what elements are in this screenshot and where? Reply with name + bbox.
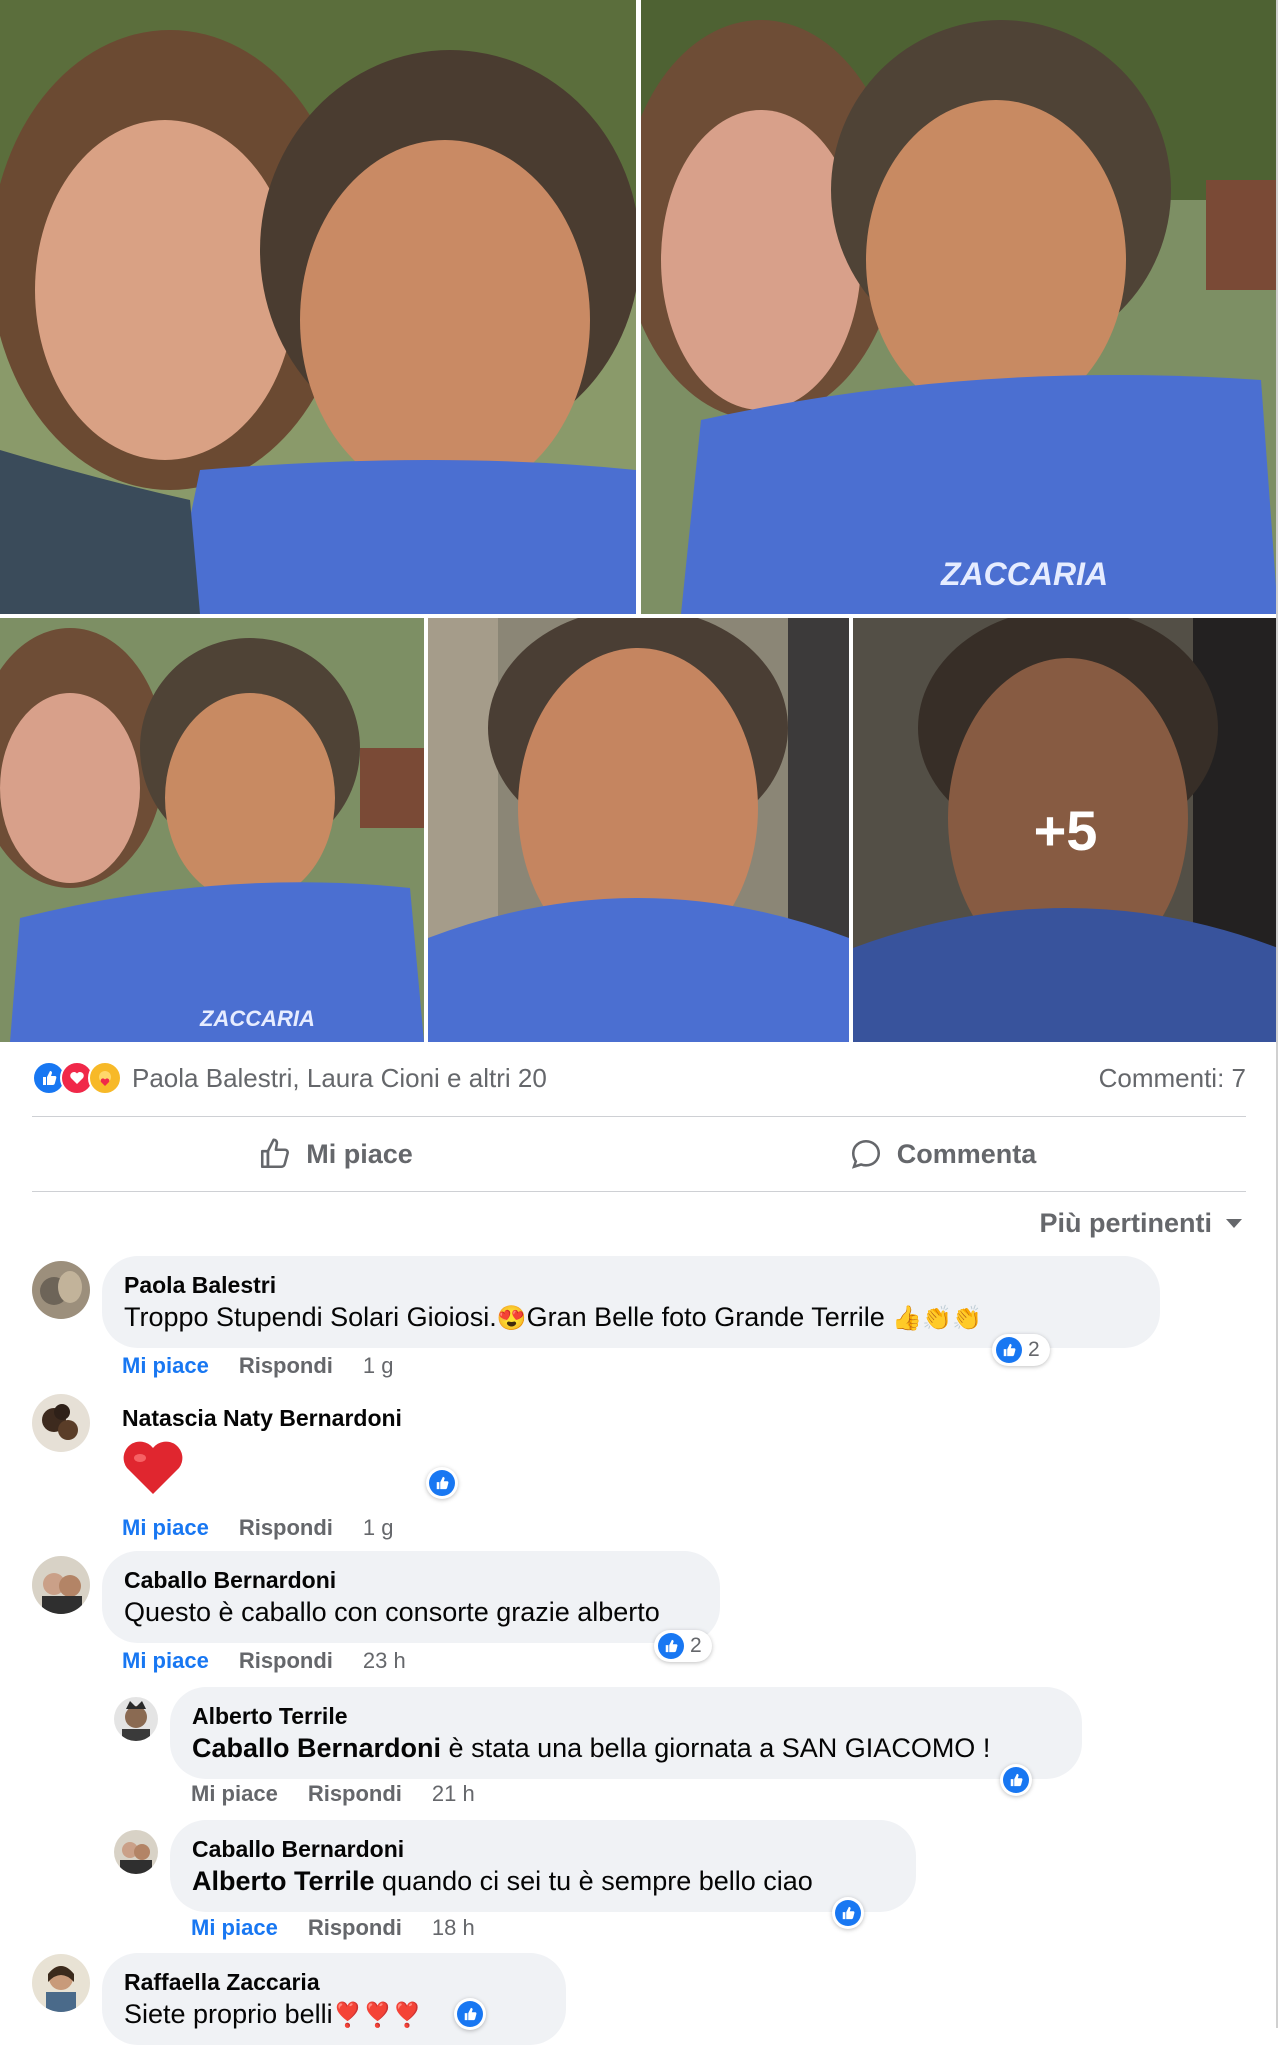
comment-author[interactable]: Alberto Terrile <box>192 1701 1060 1731</box>
comment-text: Alberto Terrile quando ci sei tu è sempr… <box>192 1864 894 1898</box>
comment-like-button[interactable]: Mi piace <box>122 1353 209 1379</box>
like-icon <box>996 1337 1022 1363</box>
mention-link[interactable]: Alberto Terrile <box>192 1866 375 1896</box>
reaction-icons <box>32 1061 122 1095</box>
like-icon <box>835 1900 861 1926</box>
like-icon <box>658 1633 684 1659</box>
comment-reaction-badge[interactable] <box>832 1897 864 1929</box>
photo-2[interactable]: ZACCARIA <box>641 0 1278 614</box>
care-icon <box>88 1061 122 1095</box>
avatar[interactable] <box>114 1697 158 1741</box>
heart-emoji <box>122 1440 184 1501</box>
reply-text: quando ci sei tu è sempre bello ciao <box>374 1866 813 1896</box>
comment-text: Questo è caballo con consorte grazie alb… <box>124 1597 660 1627</box>
shirt-logo-text: ZACCARIA <box>940 556 1108 592</box>
caret-down-icon <box>1226 1219 1242 1228</box>
comment-reply-button[interactable]: Rispondi <box>308 1781 402 1807</box>
comment-button-label: Commenta <box>896 1138 1037 1169</box>
thumbs-up-icon <box>261 1138 290 1169</box>
photo-3[interactable]: ZACCARIA <box>0 618 424 1042</box>
more-photos-count: +5 <box>853 618 1278 1042</box>
avatar[interactable] <box>32 1954 90 2012</box>
like-icon <box>1003 1767 1029 1793</box>
like-icon <box>429 1470 455 1496</box>
photo-5-more[interactable]: +5 <box>853 618 1278 1042</box>
reply-bubble: Alberto Terrile Caballo Bernardoni è sta… <box>170 1687 1082 1779</box>
reaction-count: 2 <box>690 1634 702 1657</box>
comment-text-body: Siete proprio belli <box>124 1999 333 2029</box>
comment-timestamp[interactable]: 18 h <box>432 1915 475 1941</box>
comment-bubble: Caballo Bernardoni Questo è caballo con … <box>102 1551 720 1643</box>
post-reactions-summary[interactable]: Paola Balestri, Laura Cioni e altri 20 C… <box>32 1058 1246 1098</box>
comment-timestamp[interactable]: 23 h <box>363 1648 406 1674</box>
comment-reply-button[interactable]: Rispondi <box>239 1648 333 1674</box>
comment-reaction-badge[interactable] <box>454 1998 486 2030</box>
comment-author[interactable]: Caballo Bernardoni <box>124 1565 698 1595</box>
comment-reply-button[interactable]: Rispondi <box>239 1515 333 1541</box>
like-icon <box>457 2001 483 2027</box>
comment-author[interactable]: Paola Balestri <box>124 1270 1138 1300</box>
photo-grid: ZACCARIA ZACCARIA +5 <box>0 0 1278 1042</box>
comment-actions: Mi piace Rispondi 1 g <box>122 1353 424 1379</box>
comment-button[interactable]: Commenta <box>639 1118 1246 1190</box>
like-button[interactable]: Mi piace <box>32 1118 639 1190</box>
comment-reaction-badge[interactable] <box>1000 1764 1032 1796</box>
divider-bottom <box>32 1191 1246 1192</box>
comment-actions: Mi piace Rispondi 21 h <box>191 1781 505 1807</box>
comment-text-part2: Gran Belle foto Grande Terrile <box>526 1302 885 1332</box>
comment-reaction-badge[interactable] <box>426 1467 458 1499</box>
shirt-logo-text-small: ZACCARIA <box>199 1006 315 1031</box>
comment-text: Troppo Stupendi Solari Gioiosi.😍Gran Bel… <box>124 1300 1138 1336</box>
like-button-label: Mi piace <box>306 1138 413 1169</box>
comments-count[interactable]: Commenti: 7 <box>1099 1063 1246 1094</box>
comment-sort-dropdown[interactable]: Più pertinenti <box>1039 1208 1242 1239</box>
comment-like-button[interactable]: Mi piace <box>122 1648 209 1674</box>
comment-bubble: Raffaella Zaccaria Siete proprio belli❣️… <box>102 1953 566 2045</box>
comment-timestamp[interactable]: 21 h <box>432 1781 475 1807</box>
comment-timestamp[interactable]: 1 g <box>363 1515 394 1541</box>
comment-actions: Mi piace Rispondi 18 h <box>191 1915 505 1941</box>
reply-text: è stata una bella giornata a SAN GIACOMO… <box>441 1733 991 1763</box>
comment-actions: Mi piace Rispondi 1 g <box>122 1515 424 1541</box>
photo-4[interactable] <box>428 618 849 1042</box>
avatar[interactable] <box>32 1261 90 1319</box>
avatar[interactable] <box>114 1830 158 1874</box>
avatar[interactable] <box>32 1394 90 1452</box>
comment-author[interactable]: Raffaella Zaccaria <box>124 1967 544 1997</box>
avatar[interactable] <box>32 1556 90 1614</box>
reply-bubble: Caballo Bernardoni Alberto Terrile quand… <box>170 1820 916 1912</box>
comment-actions: Mi piace Rispondi 23 h <box>122 1648 436 1674</box>
comment-author[interactable]: Natascia Naty Bernardoni <box>122 1403 402 1433</box>
photo-1[interactable] <box>0 0 636 614</box>
sort-label: Più pertinenti <box>1039 1208 1212 1238</box>
comment-author[interactable]: Caballo Bernardoni <box>192 1834 894 1864</box>
mention-link[interactable]: Caballo Bernardoni <box>192 1733 441 1763</box>
reaction-names[interactable]: Paola Balestri, Laura Cioni e altri 20 <box>132 1063 547 1094</box>
comment-reaction-badge[interactable]: 2 <box>654 1630 712 1662</box>
heart-eyes-emoji: 😍 <box>496 1304 527 1332</box>
comment-text-part1: Troppo Stupendi Solari Gioiosi. <box>124 1302 497 1332</box>
divider-top <box>32 1116 1246 1117</box>
comment-like-button[interactable]: Mi piace <box>191 1915 278 1941</box>
comment-bubble-icon <box>851 1139 880 1169</box>
comment-like-button[interactable]: Mi piace <box>122 1515 209 1541</box>
comment-reply-button[interactable]: Rispondi <box>239 1353 333 1379</box>
post-action-bar: Mi piace Commenta <box>32 1118 1246 1190</box>
comment-reply-button[interactable]: Rispondi <box>308 1915 402 1941</box>
comment-like-button[interactable]: Mi piace <box>191 1781 278 1807</box>
comment-text: Caballo Bernardoni è stata una bella gio… <box>192 1731 1060 1765</box>
reaction-count: 2 <box>1028 1338 1040 1361</box>
comment-timestamp[interactable]: 1 g <box>363 1353 394 1379</box>
comment-reaction-badge[interactable]: 2 <box>992 1334 1050 1366</box>
clap-emoji: 👍👏👏 <box>892 1304 982 1332</box>
